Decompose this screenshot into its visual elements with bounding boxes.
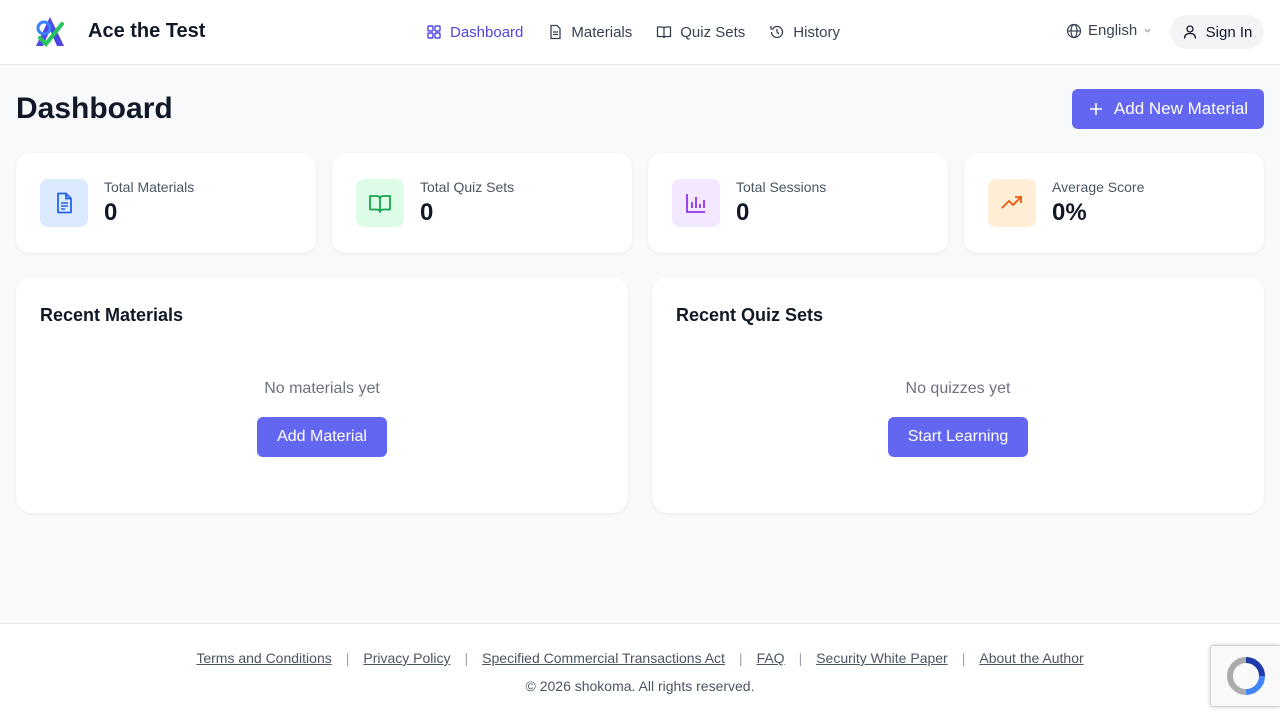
- recent-quiz-sets-panel: Recent Quiz Sets No quizzes yet Start Le…: [652, 277, 1264, 513]
- footer-separator: |: [464, 650, 469, 666]
- app-logo[interactable]: [32, 14, 68, 50]
- nav-dashboard[interactable]: Dashboard: [426, 24, 523, 41]
- stat-label: Average Score: [1052, 179, 1145, 195]
- globe-icon: [1066, 23, 1082, 38]
- trending-up-icon: [1001, 196, 1022, 209]
- logo-icon: [36, 17, 64, 47]
- grid-icon: [427, 25, 441, 39]
- stat-value: 0%: [1052, 199, 1087, 226]
- stat-card-total-sessions: Total Sessions 0: [648, 153, 948, 253]
- footer-link-security[interactable]: Security White Paper: [816, 650, 948, 666]
- language-select[interactable]: English: [1066, 22, 1152, 39]
- empty-state-text: No quizzes yet: [905, 380, 1011, 397]
- nav-quiz-sets[interactable]: Quiz Sets: [656, 24, 745, 41]
- start-learning-button[interactable]: Start Learning: [888, 417, 1028, 457]
- stat-card-average-score: Average Score 0%: [964, 153, 1264, 253]
- nav-label: History: [793, 23, 840, 41]
- panel-title: Recent Quiz Sets: [676, 305, 824, 325]
- sign-in-label: Sign In: [1205, 23, 1253, 41]
- add-new-label: Add New Material: [1113, 99, 1249, 118]
- footer-link-faq[interactable]: FAQ: [757, 650, 785, 666]
- stat-label: Total Materials: [104, 179, 195, 195]
- file-icon: [550, 24, 562, 40]
- recaptcha-badge[interactable]: [1210, 645, 1280, 707]
- recaptcha-icon: [1226, 657, 1265, 695]
- footer-links: Terms and Conditions | Privacy Policy | …: [0, 650, 1280, 666]
- sign-in-button[interactable]: Sign In: [1170, 15, 1264, 49]
- stat-icon-box: [356, 179, 404, 227]
- panel-title: Recent Materials: [40, 305, 184, 325]
- plus-icon: [1089, 103, 1102, 115]
- footer-link-terms[interactable]: Terms and Conditions: [196, 650, 331, 666]
- stat-icon-box: [40, 179, 88, 227]
- main-nav: Dashboard Materials Quiz Sets History: [426, 0, 840, 64]
- footer-link-commercial-act[interactable]: Specified Commercial Transactions Act: [482, 650, 725, 666]
- stat-value: 0: [420, 199, 434, 226]
- stat-card-total-materials: Total Materials 0: [16, 153, 316, 253]
- top-header: Ace the Test Dashboard Materials Quiz Se…: [0, 0, 1280, 65]
- stat-label: Total Sessions: [736, 179, 827, 195]
- stat-icon-box: [672, 179, 720, 227]
- chevron-down-icon: [1144, 28, 1151, 33]
- add-new-material-button[interactable]: Add New Material: [1072, 89, 1264, 129]
- book-icon: [657, 26, 672, 39]
- book-open-icon: [369, 195, 391, 213]
- footer-link-author[interactable]: About the Author: [979, 650, 1083, 666]
- nav-label: Dashboard: [450, 23, 524, 41]
- footer-separator: |: [345, 650, 350, 666]
- history-icon: [770, 25, 784, 39]
- stat-value: 0: [104, 199, 118, 226]
- empty-state-text: No materials yet: [264, 380, 380, 397]
- footer-separator: |: [738, 650, 743, 666]
- language-label: English: [1088, 22, 1138, 39]
- footer-separator: |: [961, 650, 966, 666]
- stat-card-total-quiz-sets: Total Quiz Sets 0: [332, 153, 632, 253]
- nav-materials[interactable]: Materials: [547, 24, 632, 41]
- bar-chart-icon: [686, 194, 705, 213]
- copyright-text: © 2026 shokoma. All rights reserved.: [525, 678, 755, 694]
- brand-name[interactable]: Ace the Test: [88, 20, 205, 43]
- nav-label: Quiz Sets: [680, 23, 746, 41]
- recent-materials-panel: Recent Materials No materials yet Add Ma…: [16, 277, 628, 513]
- footer-separator: |: [798, 650, 803, 666]
- footer-link-privacy[interactable]: Privacy Policy: [363, 650, 450, 666]
- nav-history[interactable]: History: [769, 24, 840, 41]
- file-text-icon: [57, 192, 72, 214]
- stat-label: Total Quiz Sets: [420, 179, 515, 195]
- add-material-button[interactable]: Add Material: [257, 417, 387, 457]
- stat-icon-box: [988, 179, 1036, 227]
- stat-value: 0: [736, 199, 750, 226]
- page-title: Dashboard: [16, 92, 173, 125]
- footer: Terms and Conditions | Privacy Policy | …: [0, 623, 1280, 720]
- nav-label: Materials: [571, 23, 633, 41]
- user-icon: [1183, 25, 1196, 39]
